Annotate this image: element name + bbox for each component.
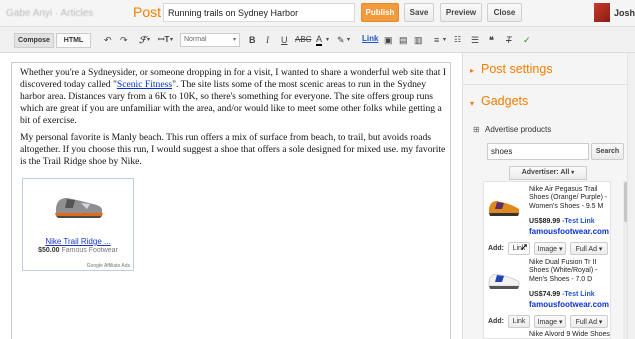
video-icon[interactable]: ▤ [399,34,408,46]
bold-icon[interactable]: B [249,34,256,46]
numbered-list-icon[interactable]: ☷ [454,34,461,46]
font-size-icon[interactable]: ꟷT [158,34,169,46]
add-label: Add: [488,245,504,252]
save-button[interactable]: Save [404,3,434,22]
post-editor-area[interactable]: Whether you're a Sydneysider, or someone… [11,62,451,339]
add-image-button[interactable]: Image ▾ [534,315,566,328]
product-store[interactable]: famousfootwear.com [529,300,609,309]
quote-icon[interactable]: ❝ [489,34,494,46]
bullet-list-icon[interactable]: ☰ [471,34,479,46]
search-button[interactable]: Search [591,143,624,160]
format-value: Normal [184,36,207,43]
publish-button[interactable]: Publish [361,3,399,22]
top-bar: Gabe Anyi · Articles Post Publish Save P… [0,0,635,27]
font-dropdown-icon[interactable]: ▾ [147,34,150,46]
affiliate-ad-box[interactable]: Nike Trail Ridge ... $50.00 Famous Footw… [22,178,134,271]
text-color-icon[interactable]: A [316,34,323,46]
advertiser-value: Advertiser: All [521,169,570,176]
cart-icon: ⊞ [473,125,480,134]
post-title-input[interactable] [163,3,355,22]
post-settings-heading[interactable]: Post settings [481,62,553,76]
post-settings-caret-icon[interactable]: ▸ [470,66,474,75]
italic-icon[interactable]: I [266,34,269,46]
product-price-line: US$89.99 -Test Link [529,218,595,225]
font-icon[interactable]: ℱ [139,34,146,46]
chevron-down-icon: ▾ [598,318,603,326]
chevron-down-icon: ▾ [558,245,563,253]
add-image-button[interactable]: Image ▾ [534,242,566,255]
product-store[interactable]: famousfootwear.com [529,227,609,236]
editor-toolbar: Compose HTML ↶ ↷ ℱ ▾ ꟷT ▾ Normal ▾ B I U… [0,27,635,53]
undo-icon[interactable]: ↶ [104,34,112,46]
ad-source: Famous Footwear [61,247,118,254]
page-scrollbar[interactable] [627,53,635,339]
product-search-input[interactable] [487,143,589,160]
test-link[interactable]: -Test Link [562,291,595,298]
highlight-icon[interactable]: ✎ [337,34,345,46]
advertiser-select[interactable]: Advertiser: All ▾ [509,166,587,180]
paragraph-1[interactable]: Whether you're a Sydneysider, or someone… [20,67,448,127]
ad-product-link[interactable]: Nike Trail Ridge ... [23,237,133,246]
add-link-button[interactable]: Link [508,315,530,328]
advertise-products-label: Advertise products [485,125,552,134]
highlight-dropdown-icon[interactable]: ▾ [347,34,350,46]
preview-button[interactable]: Preview [440,3,482,22]
compose-mode-button[interactable]: Compose [14,33,54,48]
post-label: Post [133,4,162,20]
align-dropdown-icon[interactable]: ▾ [443,34,446,46]
product-price-line: US$74.99 -Test Link [529,291,595,298]
product-results-list: Nike Air Pegasus Trail Shoes (Orange/ Pu… [483,181,611,339]
add-label: Add: [488,318,504,325]
ad-footer: Google Affiliate Ads [86,263,130,269]
ad-price: $50.00 [38,247,60,254]
font-size-dropdown-icon[interactable]: ▾ [170,34,173,46]
blog-breadcrumb[interactable]: Gabe Anyi · Articles [6,8,93,19]
mouse-cursor-icon: ➚ [520,242,529,253]
product-name[interactable]: Nike Dual Fusion Tr II Shoes (White/Roya… [529,259,610,284]
chevron-down-icon: ▾ [558,318,563,326]
gadgets-caret-icon[interactable]: ▾ [470,99,474,108]
align-icon[interactable]: ≡ [434,34,439,46]
text-color-dropdown-icon[interactable]: ▾ [326,34,329,46]
add-full-ad-label: Full Ad [575,245,597,253]
close-button[interactable]: Close [487,3,522,22]
remove-formatting-icon[interactable]: T [506,34,512,46]
add-image-label: Image [537,318,557,326]
product-name[interactable]: Nike Air Pegasus Trail Shoes (Orange/ Pu… [529,186,610,211]
chevron-down-icon: ▾ [232,37,236,43]
add-full-ad-button[interactable]: Full Ad ▾ [570,242,608,255]
sidebar: ▸ Post settings ▾ Gadgets ⊞ Advertise pr… [462,53,635,339]
add-full-ad-label: Full Ad [575,318,597,326]
sidebar-divider [463,84,635,85]
product-price: US$74.99 [529,291,561,298]
chevron-down-icon: ▾ [571,170,575,176]
jump-break-icon[interactable]: ▥ [414,34,423,46]
image-icon[interactable]: ▣ [384,34,393,46]
add-image-label: Image [537,245,557,253]
spellcheck-icon[interactable]: ✓ [523,34,531,46]
paragraph-2[interactable]: My personal favorite is Manly beach. Thi… [20,132,448,168]
html-mode-button[interactable]: HTML [56,33,91,48]
product-image [488,273,520,289]
product-image [489,201,519,216]
user-name[interactable]: Josh P [614,8,635,18]
redo-icon[interactable]: ↷ [120,34,128,46]
product-price: US$89.99 [529,218,561,225]
add-full-ad-button[interactable]: Full Ad ▾ [570,315,608,328]
user-avatar[interactable] [594,3,610,22]
product-name[interactable]: Nike Alvord 9 Wide Shoes (Blue/Brown) - [529,331,610,338]
format-select[interactable]: Normal ▾ [180,33,240,47]
gadgets-heading[interactable]: Gadgets [481,94,528,108]
underline-icon[interactable]: U [281,34,288,46]
strikethrough-icon[interactable]: ABC [295,34,311,46]
shoe-image [55,198,103,218]
chevron-down-icon: ▾ [598,245,603,253]
ad-price-line: $50.00 Famous Footwear [23,247,133,254]
link-button[interactable]: Link [362,34,378,43]
scenic-fitness-link[interactable]: Scenic Fitness [117,79,172,90]
test-link[interactable]: -Test Link [562,218,595,225]
